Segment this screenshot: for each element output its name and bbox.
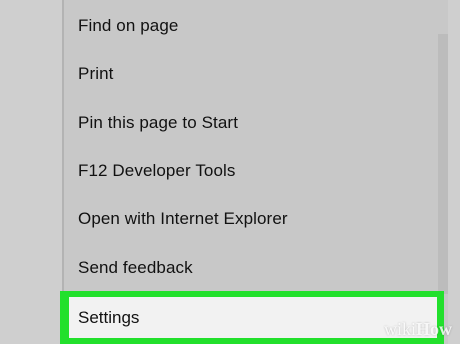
menu-item-label: Pin this page to Start <box>78 113 239 132</box>
menu-item-open-with-ie[interactable]: Open with Internet Explorer <box>64 195 438 243</box>
page-scrollbar[interactable] <box>448 0 460 344</box>
menu-item-label: F12 Developer Tools <box>78 161 236 180</box>
menu-item-pin-to-start[interactable]: Pin this page to Start <box>64 99 438 147</box>
menu-scrollbar[interactable] <box>438 34 448 294</box>
menu-item-settings[interactable]: Settings <box>69 297 437 338</box>
page-background <box>0 0 62 344</box>
menu-item-print[interactable]: Print <box>64 50 438 98</box>
menu-item-label: Print <box>78 64 114 83</box>
wikihow-watermark: wikiHow <box>383 319 452 339</box>
menu-item-label: Send feedback <box>78 258 193 277</box>
menu-item-label: Find on page <box>78 16 179 35</box>
menu-item-find-on-page[interactable]: Find on page <box>64 2 438 50</box>
menu-item-developer-tools[interactable]: F12 Developer Tools <box>64 147 438 195</box>
menu-item-label: Settings <box>78 307 140 327</box>
menu-item-send-feedback[interactable]: Send feedback <box>64 244 438 292</box>
menu-item-label: Open with Internet Explorer <box>78 209 288 228</box>
